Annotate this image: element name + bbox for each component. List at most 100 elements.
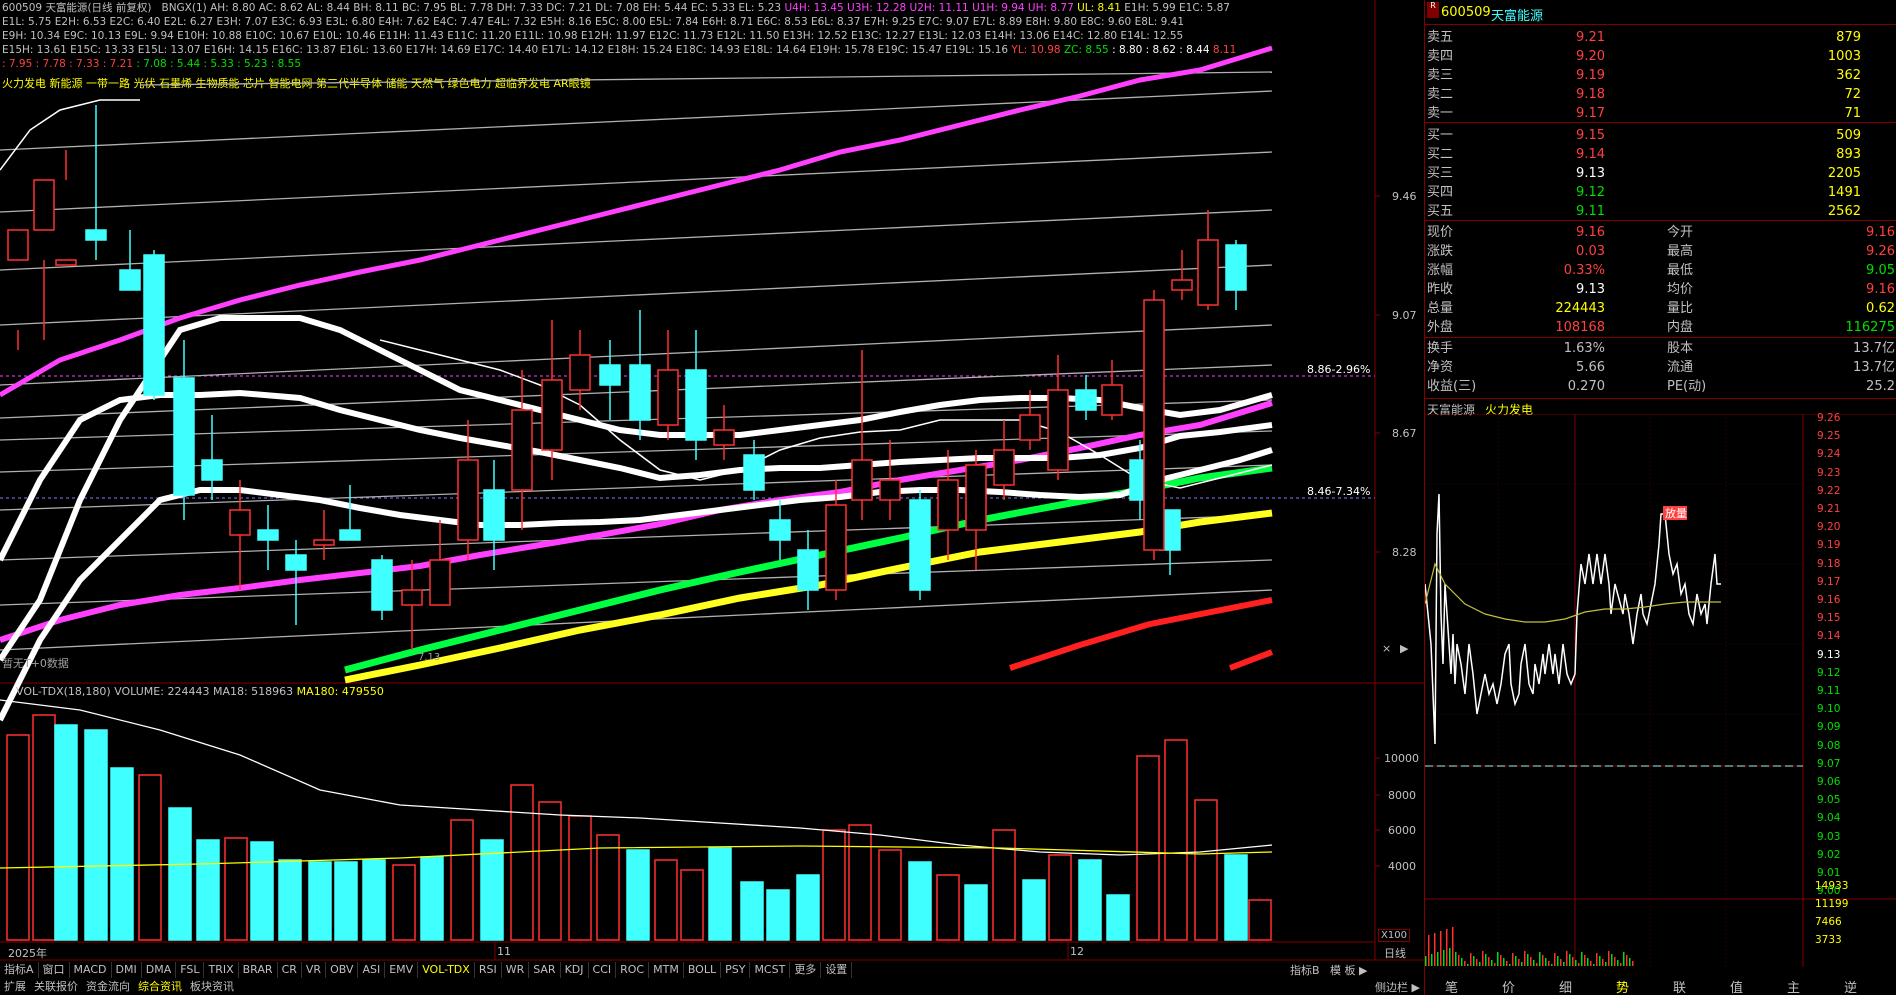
candle-body[interactable] [743,454,765,491]
candle-body[interactable] [143,254,165,396]
candle-body[interactable] [1171,279,1193,291]
candle-body[interactable] [599,364,621,386]
volume-bar[interactable] [510,784,534,941]
indicator-tab[interactable]: MTM [649,962,684,978]
volume-bar[interactable] [6,734,30,941]
indicator-tab[interactable]: DMA [142,962,177,978]
indicator-tab[interactable]: 窗口 [39,962,70,978]
volume-bar[interactable] [1048,854,1072,941]
indicator-tab[interactable]: FSL [176,962,205,978]
info-tab[interactable]: 资金流向 [82,979,134,995]
volume-bar[interactable] [766,889,790,941]
candle-body[interactable] [851,459,873,501]
indicator-tab[interactable]: CCI [589,962,617,978]
quote-tab[interactable]: 笔 [1445,977,1458,995]
volume-bar[interactable] [1022,879,1046,941]
candle-body[interactable] [119,269,141,291]
indicator-tab[interactable]: DMI [112,962,142,978]
volume-bar[interactable] [1106,894,1130,941]
indicator-tab[interactable]: KDJ [561,962,589,978]
quote-tab[interactable]: 势 [1616,977,1629,995]
order-book-row[interactable]: 卖二 9.18 72 [1425,85,1896,104]
indicator-tab[interactable]: VOL-TDX [418,962,475,978]
volume-bar[interactable] [936,874,960,941]
volume-bar[interactable] [480,839,504,941]
indicator-tab[interactable]: SAR [529,962,561,978]
order-book-row[interactable]: 买三 9.13 2205 [1425,164,1896,183]
volume-bar[interactable] [1248,899,1272,941]
quote-tab[interactable]: 联 [1673,977,1686,995]
quote-tab[interactable]: 值 [1730,977,1743,995]
period-button[interactable]: 日线 [1384,945,1406,961]
tab-template[interactable]: 模 板 [1330,964,1356,977]
quote-tab[interactable]: 价 [1502,977,1515,995]
candle-body[interactable] [569,354,591,391]
indicator-tab[interactable]: CR [278,962,302,978]
candle-body[interactable] [429,559,451,606]
volume-bar[interactable] [392,864,416,941]
candle-body[interactable] [1047,389,1069,471]
volume-bar[interactable] [992,829,1016,941]
quote-tab[interactable]: 主 [1787,977,1800,995]
indicator-tab[interactable]: RSI [475,962,502,978]
tab-indicator-b[interactable]: 指标B [1290,964,1320,977]
volume-bar[interactable] [878,849,902,941]
indicator-tab[interactable]: EMV [385,962,419,978]
candle-body[interactable] [797,549,819,591]
indicator-tab[interactable]: VR [302,962,327,978]
candle-body[interactable] [33,179,55,231]
volume-bar[interactable] [708,847,732,941]
volume-bar[interactable] [1136,755,1160,941]
info-tab[interactable]: 关联报价 [30,979,82,995]
volume-bar[interactable] [138,774,162,941]
indicator-tab[interactable]: PSY [721,962,751,978]
candle-body[interactable] [483,489,505,541]
indicator-tab[interactable]: WR [502,962,530,978]
candle-body[interactable] [201,459,223,481]
volume-bar[interactable] [568,815,592,941]
indicator-tab[interactable]: ROC [616,962,650,978]
order-book-row[interactable]: 买五 9.11 2562 [1425,202,1896,221]
candle-body[interactable] [401,589,423,606]
indicator-tab[interactable]: 指标A [0,962,39,978]
volume-bar[interactable] [1164,739,1188,941]
candle-body[interactable] [541,379,563,451]
info-tab[interactable]: 板块资讯 [186,979,238,995]
volume-bar[interactable] [224,837,248,941]
candle-body[interactable] [657,369,679,426]
candle-body[interactable] [371,559,393,611]
candle-body[interactable] [909,499,931,591]
order-book-row[interactable]: 卖三 9.19 362 [1425,66,1896,85]
candle-body[interactable] [713,429,735,446]
volume-bar[interactable] [740,881,764,941]
volume-bar[interactable] [168,807,192,941]
volume-bar[interactable] [1194,799,1218,941]
candle-body[interactable] [769,519,791,541]
candle-body[interactable] [257,529,279,541]
indicator-tab[interactable]: 设置 [821,962,853,978]
volume-bar[interactable] [1078,859,1102,941]
order-book-row[interactable]: 买一 9.15 509 [1425,126,1896,145]
candle-body[interactable] [313,539,335,546]
order-book-row[interactable]: 卖四 9.20 1003 [1425,47,1896,66]
volume-bar[interactable] [362,859,386,941]
candle-body[interactable] [1143,299,1165,551]
candle-body[interactable] [937,479,959,531]
info-tab[interactable]: 扩展 [0,979,30,995]
volume-bar[interactable] [420,856,444,941]
volume-bar[interactable] [964,884,988,941]
volume-bar[interactable] [908,861,932,941]
order-book-row[interactable]: 卖一 9.17 71 [1425,104,1896,123]
volume-bar[interactable] [278,859,302,941]
volume-bar[interactable] [250,841,274,941]
volume-bar[interactable] [110,767,134,941]
candle-body[interactable] [511,409,533,491]
order-book-row[interactable]: 买二 9.14 893 [1425,145,1896,164]
volume-bars[interactable] [6,714,1272,941]
quote-tab[interactable]: 细 [1559,977,1572,995]
candle-body[interactable] [339,529,361,541]
volume-bar[interactable] [848,824,872,941]
volume-bar[interactable] [450,819,474,941]
volume-bar[interactable] [538,801,562,941]
candle-body[interactable] [1101,384,1123,416]
